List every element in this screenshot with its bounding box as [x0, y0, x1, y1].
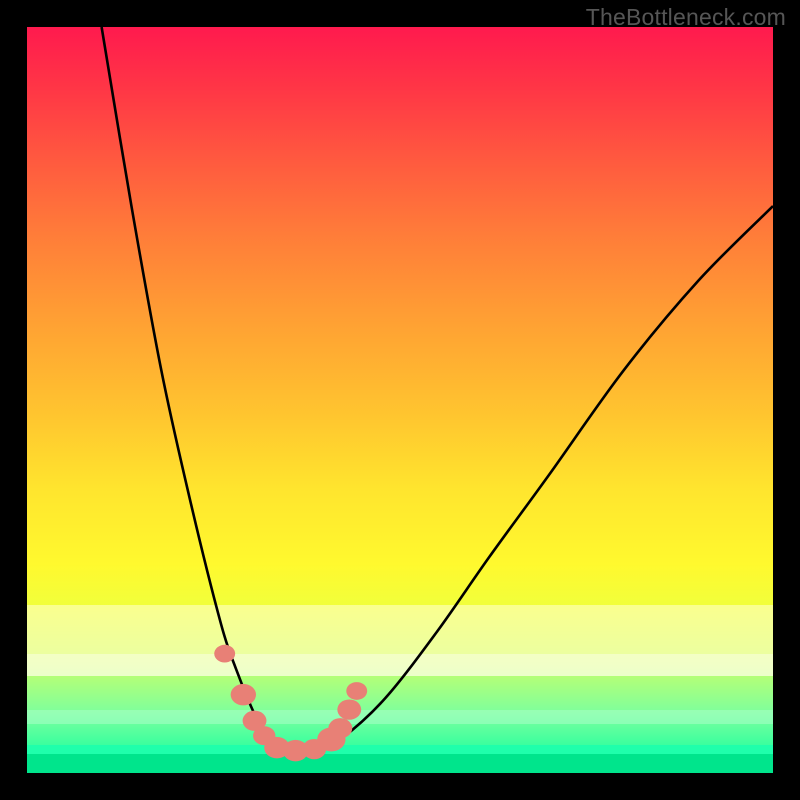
- curve-marker: [337, 699, 361, 719]
- watermark-text: TheBottleneck.com: [586, 4, 786, 31]
- curve-marker: [346, 682, 367, 700]
- curve-layer: [27, 27, 773, 773]
- curve-marker: [328, 718, 352, 738]
- bottleneck-curve: [102, 27, 773, 751]
- chart-frame: TheBottleneck.com: [0, 0, 800, 800]
- plot-area: [27, 27, 773, 773]
- curve-marker: [214, 645, 235, 663]
- curve-marker: [231, 684, 256, 705]
- marker-group: [214, 645, 367, 762]
